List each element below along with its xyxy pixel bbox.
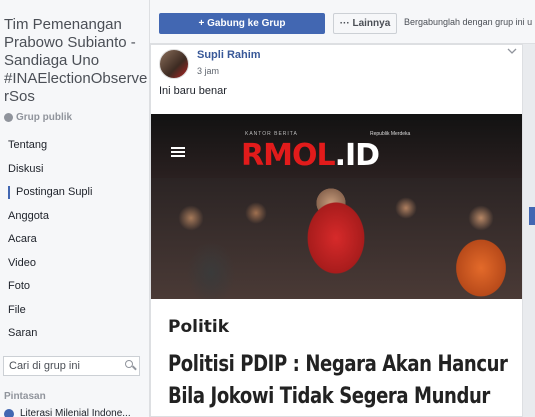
brand-subtitle: Republik Merdeka	[370, 131, 411, 137]
search-placeholder: Cari di grup ini	[9, 360, 80, 372]
group-search-input[interactable]: Cari di grup ini	[3, 356, 140, 376]
article-caption: Politik Politisi PDIP : Negara Akan Hanc…	[151, 299, 522, 416]
group-sidebar: Tim Pemenangan Prabowo Subianto - Sandia…	[0, 0, 150, 417]
article-headline: Politisi PDIP : Negara Akan Hancur Bila …	[168, 349, 508, 413]
shortcuts-heading: Pintasan	[4, 391, 46, 402]
post-timestamp[interactable]: 3 jam	[197, 66, 219, 76]
brand-logo: RMOL.ID	[241, 138, 380, 173]
nav-item-file[interactable]: File	[0, 299, 149, 323]
post-card: Supli Rahim 3 jam Ini baru benar KANTOR …	[150, 44, 523, 417]
post-text: Ini baru benar	[159, 85, 227, 97]
nav-item-tentang[interactable]: Tentang	[0, 134, 149, 158]
more-button[interactable]: ··· Lainnya	[333, 13, 397, 34]
right-edge-marker	[529, 207, 535, 225]
crowd-photo	[151, 178, 522, 299]
globe-icon	[4, 113, 13, 122]
hamburger-menu-icon	[171, 147, 185, 159]
join-note: Bergabunglah dengan grup ini u	[404, 17, 533, 27]
nav-item-diskusi[interactable]: Diskusi	[0, 158, 149, 182]
avatar[interactable]	[159, 49, 189, 79]
chevron-down-icon[interactable]	[507, 47, 519, 57]
shortcut-label: Literasi Milenial Indone...	[20, 408, 131, 417]
nav-item-saran[interactable]: Saran	[0, 322, 149, 346]
headline-line-2: Bila Jokowi Tidak Segera Mundur	[168, 384, 490, 409]
nav-item-postingan-supli[interactable]: Postingan Supli	[0, 181, 149, 205]
nav-item-anggota[interactable]: Anggota	[0, 205, 149, 229]
news-photo: KANTOR BERITA RMOL.ID Republik Merdeka	[151, 114, 522, 299]
shortcut-item[interactable]: Literasi Milenial Indone...	[4, 408, 131, 417]
group-action-bar: + Gabung ke Grup ··· Lainnya Bergabungla…	[150, 0, 535, 44]
nav-item-acara[interactable]: Acara	[0, 228, 149, 252]
join-group-button[interactable]: + Gabung ke Grup	[159, 13, 325, 34]
article-category: Politik	[168, 317, 230, 337]
shared-image[interactable]: KANTOR BERITA RMOL.ID Republik Merdeka P…	[151, 114, 522, 416]
nav-item-video[interactable]: Video	[0, 252, 149, 276]
privacy-label: Grup publik	[16, 112, 73, 123]
group-title[interactable]: Tim Pemenangan Prabowo Subianto - Sandia…	[4, 16, 149, 106]
right-column-edge	[523, 44, 535, 417]
group-nav: Tentang Diskusi Postingan Supli Anggota …	[0, 134, 149, 346]
group-privacy: Grup publik	[4, 112, 72, 123]
portal-label: KANTOR BERITA	[245, 131, 298, 137]
group-icon	[4, 408, 14, 417]
nav-item-foto[interactable]: Foto	[0, 275, 149, 299]
post-author[interactable]: Supli Rahim	[197, 49, 261, 61]
headline-line-1: Politisi PDIP : Negara Akan Hancur	[168, 352, 508, 377]
search-icon[interactable]	[123, 358, 139, 374]
